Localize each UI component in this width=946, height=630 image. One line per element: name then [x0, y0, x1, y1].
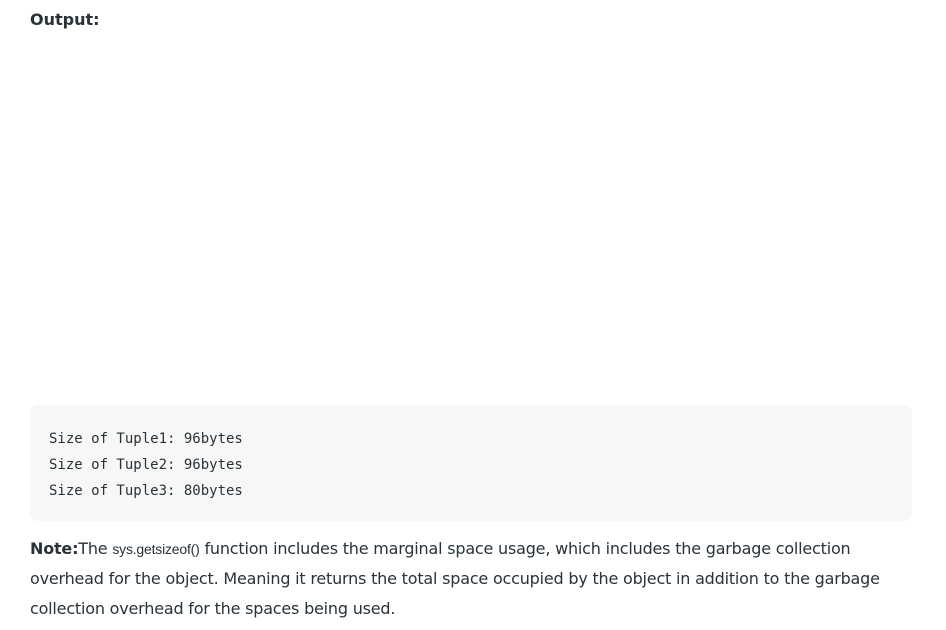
note-label: Note:: [30, 539, 79, 558]
code-output-block: Size of Tuple1: 96bytes Size of Tuple2: …: [30, 405, 912, 521]
inline-code-sys-getsizeof: sys.getsizeof(): [112, 541, 200, 557]
code-output-line: Size of Tuple2: 96bytes: [49, 457, 243, 473]
note-prefix: The: [78, 539, 113, 558]
note-paragraph: Note:The sys.getsizeof() function includ…: [30, 534, 910, 624]
code-output-line: Size of Tuple3: 80bytes: [49, 483, 243, 499]
code-output-line: Size of Tuple1: 96bytes: [49, 431, 243, 447]
blank-output-area: [30, 40, 912, 395]
output-heading: Output:: [30, 10, 100, 29]
